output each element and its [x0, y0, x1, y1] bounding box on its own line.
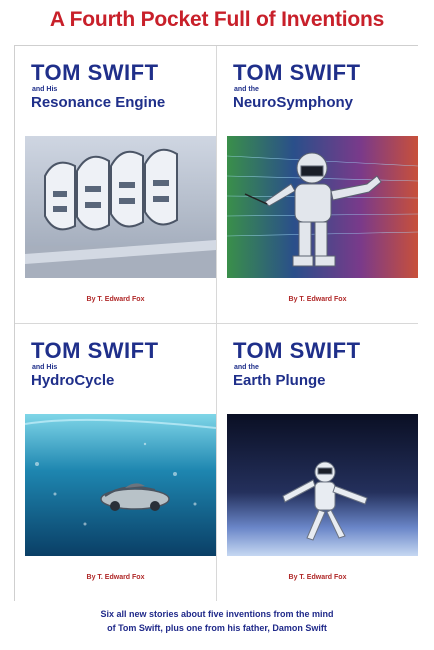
- cover-connector: and the: [234, 86, 259, 93]
- cover-neurosymphony: TOM SWIFT and the NeuroSymphony By T. Ed…: [217, 46, 418, 324]
- description-line-1: Six all new stories about five invention…: [100, 609, 334, 619]
- cover-series: TOM SWIFT: [233, 338, 361, 363]
- cover-subtitle: NeuroSymphony: [233, 94, 354, 111]
- cover-resonance-engine: TOM SWIFT and His Resonance Engine By T.…: [15, 46, 217, 324]
- cover-art-underwater: [25, 414, 216, 556]
- cover-art-engine: [25, 136, 216, 278]
- cover-subtitle: Earth Plunge: [233, 372, 326, 389]
- cover-hydrocycle: TOM SWIFT and His HydroCycle By T. Edwar…: [15, 324, 217, 601]
- cover-header: TOM SWIFT and His Resonance Engine: [15, 46, 216, 126]
- cover-series: TOM SWIFT: [233, 60, 361, 85]
- cover-author: By T. Edward Fox: [288, 296, 347, 303]
- description: Six all new stories about five invention…: [0, 607, 434, 635]
- covers-grid: TOM SWIFT and His Resonance Engine By T.…: [14, 45, 418, 601]
- cover-earth-plunge: TOM SWIFT and the Earth Plunge By T. Edw…: [217, 324, 418, 601]
- cover-author: By T. Edward Fox: [288, 574, 347, 581]
- cover-connector: and the: [234, 364, 259, 371]
- cover-header: TOM SWIFT and the NeuroSymphony: [217, 46, 418, 126]
- cover-author: By T. Edward Fox: [86, 574, 145, 581]
- book-title: A Fourth Pocket Full of Inventions: [49, 8, 385, 31]
- cover-author: By T. Edward Fox: [86, 296, 145, 303]
- cover-art-skydiver: [227, 414, 418, 556]
- cover-connector: and His: [32, 364, 58, 371]
- cover-header: TOM SWIFT and His HydroCycle: [15, 324, 216, 404]
- cover-header: TOM SWIFT and the Earth Plunge: [217, 324, 418, 404]
- cover-series: TOM SWIFT: [31, 60, 159, 85]
- cover-series: TOM SWIFT: [31, 338, 159, 363]
- cover-art-robot-conductor: [227, 136, 418, 278]
- cover-connector: and His: [32, 86, 58, 93]
- cover-subtitle: HydroCycle: [31, 372, 115, 389]
- cover-subtitle: Resonance Engine: [31, 94, 166, 111]
- description-line-2: of Tom Swift, plus one from his father, …: [107, 623, 327, 633]
